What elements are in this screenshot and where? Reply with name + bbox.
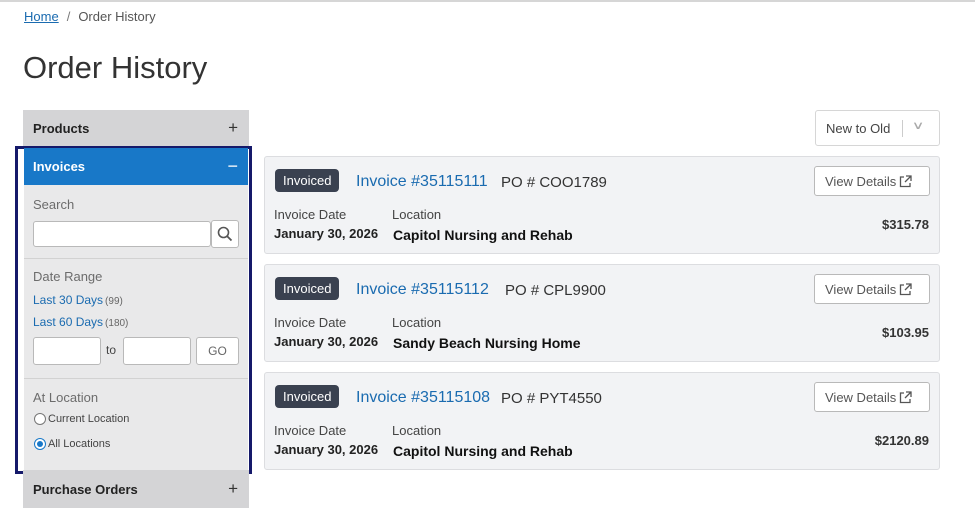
- invoice-number-link[interactable]: Invoice #35115108: [356, 389, 490, 407]
- po-number: PO # PYT4550: [501, 390, 602, 407]
- invoice-amount: $2120.89: [874, 433, 929, 448]
- invoice-date-label: Invoice Date: [274, 423, 347, 438]
- invoice-card: Invoiced Invoice #35115112 PO # CPL9900 …: [264, 264, 940, 362]
- po-number: PO # CPL9900: [505, 282, 606, 299]
- go-button[interactable]: GO: [196, 337, 239, 365]
- plus-icon: +: [228, 118, 238, 137]
- page-title: Order History: [23, 50, 208, 85]
- all-locations-radio[interactable]: [34, 438, 46, 450]
- invoices-accordion-header[interactable]: Invoices −: [24, 148, 248, 185]
- last-60-days-link[interactable]: Last 60 Days (180): [33, 315, 128, 329]
- last-60-days-count: (180): [105, 318, 129, 329]
- po-number: PO # COO1789: [501, 174, 607, 191]
- invoice-card: Invoiced Invoice #35115108 PO # PYT4550 …: [264, 372, 940, 470]
- current-location-label: Current Location: [48, 413, 130, 425]
- breadcrumb-separator: /: [66, 9, 71, 24]
- view-details-button[interactable]: View Details: [814, 382, 930, 412]
- search-icon: [217, 226, 233, 242]
- invoice-date-value: January 30, 2026: [274, 226, 379, 241]
- top-divider: [0, 0, 975, 2]
- plus-icon: +: [228, 479, 238, 498]
- sort-selected-value: New to Old: [826, 120, 891, 136]
- minus-icon: −: [227, 156, 238, 176]
- current-location-option[interactable]: Current Location: [34, 413, 129, 425]
- view-details-button[interactable]: View Details: [814, 274, 930, 304]
- location-label: Location: [392, 315, 442, 330]
- external-link-icon: [900, 390, 912, 403]
- view-details-label: View Details: [825, 389, 897, 405]
- status-badge: Invoiced: [275, 385, 340, 408]
- view-details-label: View Details: [825, 173, 897, 189]
- invoices-label: Invoices: [33, 159, 86, 174]
- purchase-orders-accordion-header[interactable]: Purchase Orders +: [23, 470, 249, 508]
- breadcrumb: Home / Order History: [24, 9, 156, 24]
- last-30-days-link[interactable]: Last 30 Days (99): [33, 293, 123, 307]
- products-accordion-header[interactable]: Products +: [23, 110, 249, 146]
- location-value: Sandy Beach Nursing Home: [393, 335, 581, 351]
- external-link-icon: [900, 174, 912, 187]
- invoice-amount: $103.95: [882, 325, 929, 340]
- status-badge: Invoiced: [275, 277, 340, 300]
- invoice-number-link[interactable]: Invoice #35115112: [356, 281, 489, 299]
- invoice-card: Invoiced Invoice #35115111 PO # COO1789 …: [264, 156, 940, 254]
- view-details-label: View Details: [825, 281, 897, 297]
- invoice-date-label: Invoice Date: [274, 315, 347, 330]
- filter-divider: [24, 258, 248, 259]
- date-range-label: Date Range: [33, 269, 103, 284]
- invoice-amount: $315.78: [882, 217, 929, 232]
- location-label: Location: [392, 423, 442, 438]
- all-locations-option[interactable]: All Locations: [34, 438, 110, 450]
- search-button[interactable]: [211, 220, 239, 248]
- invoices-filter-panel: Search Date Range Last 30 Days (99) Last …: [24, 185, 248, 471]
- products-label: Products: [33, 120, 90, 136]
- invoice-number-link[interactable]: Invoice #35115111: [356, 173, 488, 191]
- last-60-days-label: Last 60 Days: [33, 315, 104, 329]
- all-locations-label: All Locations: [48, 438, 111, 450]
- search-input[interactable]: [33, 221, 211, 247]
- filter-divider: [24, 378, 248, 379]
- last-30-days-count: (99): [105, 296, 123, 307]
- date-to-input[interactable]: [123, 337, 191, 365]
- chevron-down-icon: ∨: [911, 120, 925, 132]
- breadcrumb-home-link[interactable]: Home: [24, 9, 59, 24]
- breadcrumb-current: Order History: [78, 9, 156, 24]
- view-details-button[interactable]: View Details: [814, 166, 930, 196]
- location-value: Capitol Nursing and Rehab: [393, 443, 573, 459]
- sort-select[interactable]: New to Old ∨: [815, 110, 940, 146]
- status-badge: Invoiced: [275, 169, 340, 192]
- location-label: Location: [392, 207, 442, 222]
- invoice-date-value: January 30, 2026: [274, 334, 379, 349]
- purchase-orders-label: Purchase Orders: [33, 481, 138, 497]
- at-location-label: At Location: [33, 390, 99, 405]
- date-from-input[interactable]: [33, 337, 101, 365]
- invoice-date-value: January 30, 2026: [274, 442, 379, 457]
- sort-separator: [902, 120, 903, 137]
- date-to-label: to: [106, 343, 117, 357]
- location-value: Capitol Nursing and Rehab: [393, 227, 573, 243]
- invoice-date-label: Invoice Date: [274, 207, 347, 222]
- external-link-icon: [900, 282, 912, 295]
- current-location-radio[interactable]: [34, 413, 46, 425]
- last-30-days-label: Last 30 Days: [33, 293, 104, 307]
- search-label: Search: [33, 197, 75, 212]
